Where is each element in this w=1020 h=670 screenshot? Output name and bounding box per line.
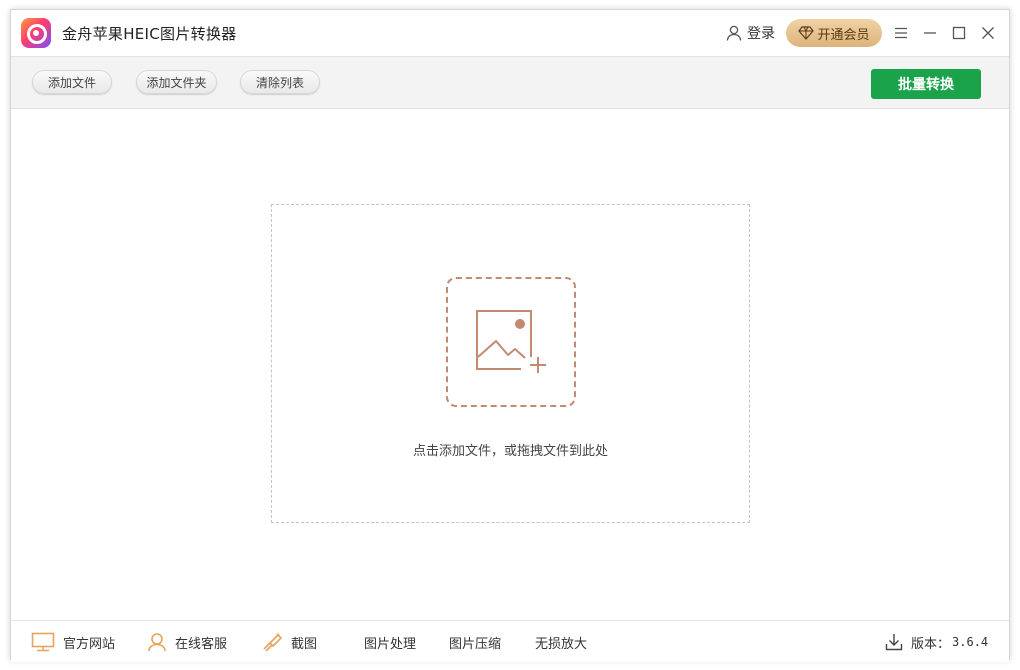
minimize-button[interactable]: [921, 24, 939, 42]
drop-zone[interactable]: 点击添加文件，或拖拽文件到此处: [271, 204, 750, 523]
screenshot-label: 截图: [291, 636, 318, 652]
add-folder-button[interactable]: 添加文件夹: [136, 70, 217, 94]
online-service-link[interactable]: 在线客服: [147, 632, 227, 652]
screenshot-link[interactable]: 截图: [261, 632, 317, 652]
download-icon: [885, 634, 903, 651]
image-add-icon: [476, 310, 546, 373]
user-icon: [726, 25, 742, 41]
close-icon: [982, 27, 994, 39]
batch-convert-button[interactable]: 批量转换: [871, 69, 981, 99]
service-icon: [148, 633, 166, 652]
minimize-icon: [924, 32, 936, 34]
version-label: 版本：: [911, 636, 951, 652]
bottom-bar: 官方网站 在线客服 截图 图片处理 图片压缩 无损放大 版本： 3.6.4: [11, 620, 1009, 662]
login-label: 登录: [747, 26, 775, 42]
vip-button[interactable]: 开通会员: [786, 19, 882, 47]
diamond-icon: [798, 26, 815, 40]
close-button[interactable]: [979, 24, 997, 42]
menu-icon: [895, 27, 907, 39]
vip-label: 开通会员: [817, 27, 870, 43]
image-compress-link[interactable]: 图片压缩: [449, 632, 501, 652]
official-site-label: 官方网站: [63, 636, 116, 652]
menu-button[interactable]: [892, 24, 910, 42]
drop-hint-text: 点击添加文件，或拖拽文件到此处: [412, 444, 608, 459]
maximize-icon: [952, 26, 966, 40]
add-file-button[interactable]: 添加文件: [32, 70, 112, 94]
screenshot-icon: [263, 633, 282, 652]
toolbar: 添加文件 添加文件夹 清除列表 批量转换: [11, 56, 1009, 109]
maximize-button[interactable]: [950, 24, 968, 42]
app-window: 金舟苹果HEIC图片转换器 登录 开通会员 添加文件 添加文件夹 清除列表 批量…: [10, 9, 1010, 662]
version-info[interactable]: 版本： 3.6.4: [885, 632, 988, 652]
login-button[interactable]: 登录: [725, 23, 775, 43]
official-site-link[interactable]: 官方网站: [31, 632, 115, 652]
version-number: 3.6.4: [952, 635, 989, 649]
app-logo-icon: [21, 18, 51, 48]
add-image-box[interactable]: [446, 277, 576, 407]
image-process-link[interactable]: 图片处理: [364, 632, 416, 652]
clear-list-button[interactable]: 清除列表: [240, 70, 320, 94]
app-title: 金舟苹果HEIC图片转换器: [62, 25, 237, 43]
online-service-label: 在线客服: [175, 636, 228, 652]
monitor-icon: [31, 632, 55, 652]
lossless-enlarge-link[interactable]: 无损放大: [535, 632, 587, 652]
title-bar: 金舟苹果HEIC图片转换器 登录 开通会员: [11, 10, 1009, 56]
